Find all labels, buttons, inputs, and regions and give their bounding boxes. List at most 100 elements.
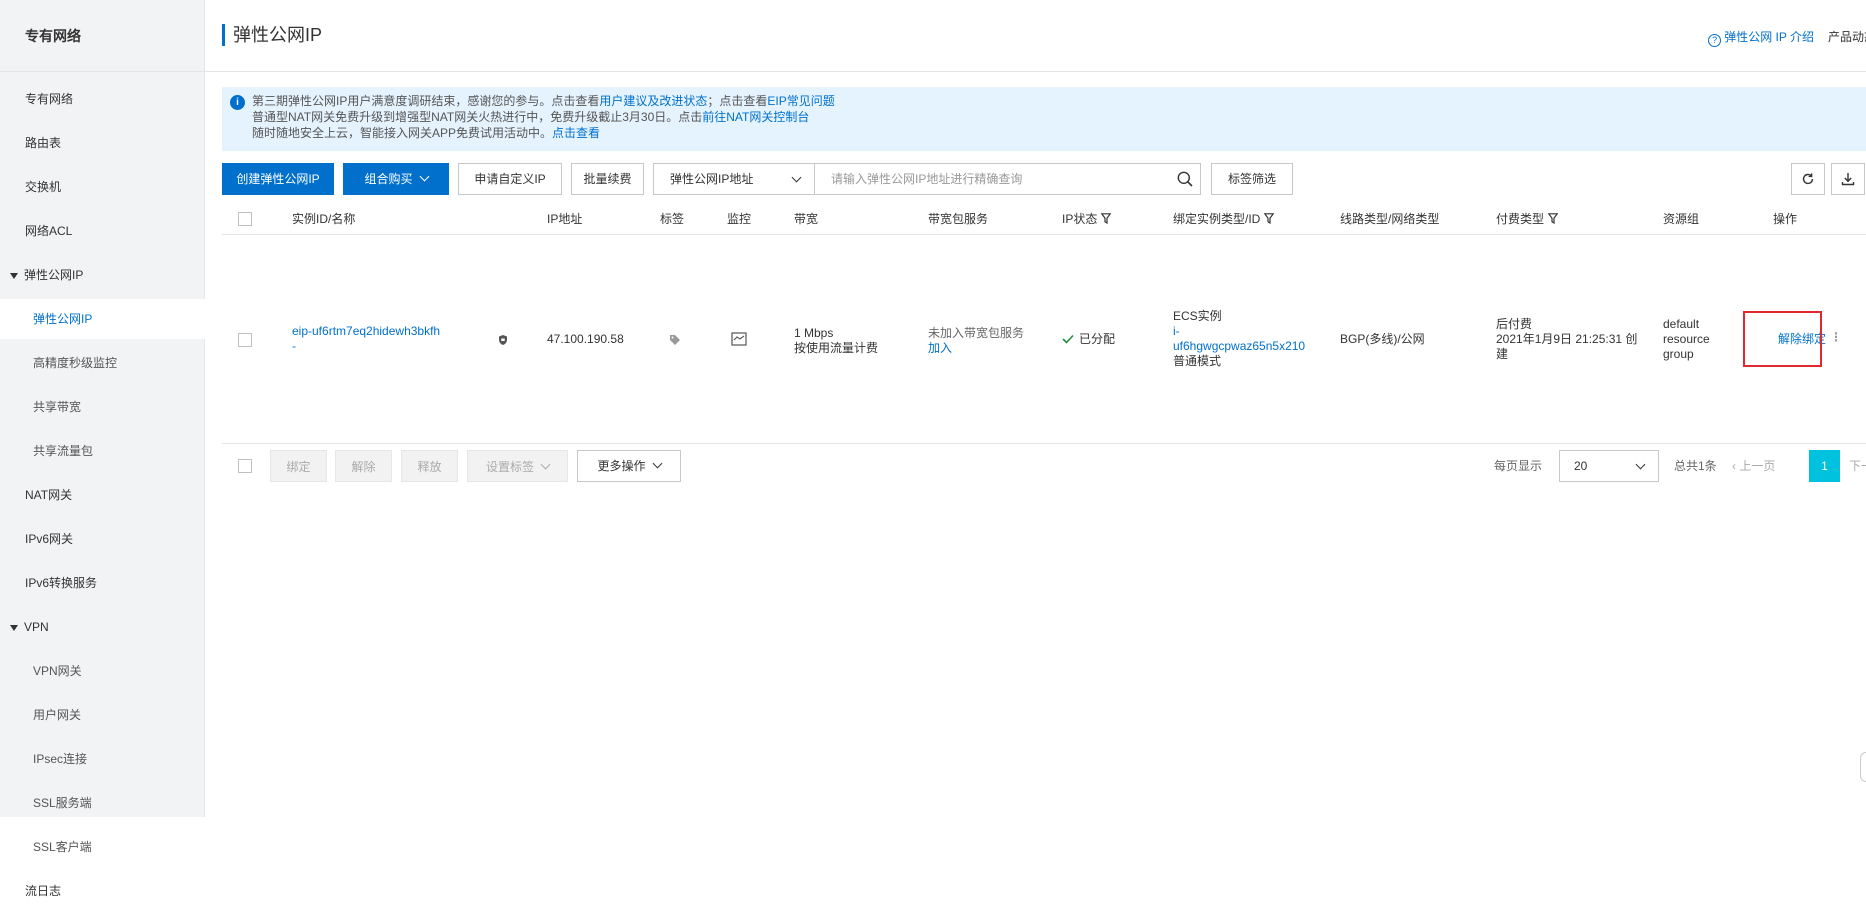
sidebar-group-vpn[interactable]: VPN [0, 607, 205, 647]
sidebar-item-network-acl[interactable]: 网络ACL [0, 211, 205, 251]
sidebar-item-label: SSL服务端 [33, 796, 92, 810]
instance-id-link[interactable]: eip-uf6rtm7eq2hidewh3bkfh [292, 324, 440, 339]
footer-select-all-checkbox[interactable] [238, 459, 252, 473]
col-binding[interactable]: 绑定实例类型/ID [1173, 203, 1275, 235]
total-count: 总共1条 [1674, 459, 1717, 473]
sidebar-item-label: SSL客户端 [33, 840, 92, 854]
prev-page-label: 上一页 [1739, 459, 1776, 473]
eip-faq-link[interactable]: EIP常见问题 [767, 94, 834, 108]
search-type-label: 弹性公网IP地址 [670, 172, 754, 186]
sidebar-item-vpn-gateway[interactable]: VPN网关 [0, 651, 205, 691]
product-news-link[interactable]: 产品动态 [1828, 30, 1866, 44]
sidebar-item-label: IPsec连接 [33, 752, 88, 766]
custom-ip-button[interactable]: 申请自定义IP [458, 163, 562, 195]
sidebar-item-ipv6-gateway[interactable]: IPv6网关 [0, 519, 205, 559]
sidebar-item-vpc[interactable]: 专有网络 [0, 79, 205, 119]
page-number-active[interactable]: 1 [1809, 450, 1840, 482]
bind-button[interactable]: 绑定 [270, 450, 327, 482]
feedback-status-link[interactable]: 用户建议及改进状态 [599, 94, 707, 108]
sidebar-title: 专有网络 [0, 0, 204, 72]
sidebar-item-label: 共享流量包 [33, 444, 94, 458]
filter-icon[interactable] [1101, 213, 1112, 224]
col-status[interactable]: IP状态 [1062, 203, 1112, 235]
instance-type: ECS实例 [1173, 309, 1222, 323]
download-button[interactable] [1831, 163, 1865, 195]
more-actions-icon[interactable]: ⋮ [1830, 330, 1842, 345]
create-eip-button[interactable]: 创建弹性公网IP [222, 163, 334, 195]
chevron-down-icon [652, 458, 662, 469]
sidebar-item-label: VPN [24, 620, 49, 634]
notice-text: 普通型NAT网关免费升级到增强型NAT网关火热进行中，免费升级截止3月30日。点… [252, 110, 703, 124]
col-ops: 操作 [1773, 212, 1798, 226]
instance-mode: 普通模式 [1173, 354, 1222, 368]
scrollbar-thumb[interactable] [1860, 752, 1866, 782]
sidebar-item-ipsec[interactable]: IPsec连接 [0, 739, 205, 779]
sidebar-item-label: IPv6转换服务 [25, 576, 98, 590]
combo-purchase-button[interactable]: 组合购买 [343, 163, 449, 195]
pay-cell: 后付费 2021年1月9日 21:25:31 创 建 [1496, 317, 1637, 362]
set-tag-label: 设置标签 [485, 460, 534, 474]
line-type: BGP(多线)/公网 [1340, 332, 1425, 346]
prev-page-button[interactable]: ‹ 上一页 [1732, 450, 1775, 482]
eip-intro-link[interactable]: ? 弹性公网 IP 介绍 [1708, 30, 1814, 47]
sidebar-item-label: 弹性公网IP [33, 312, 93, 326]
ip-status: 已分配 [1062, 332, 1115, 347]
release-button[interactable]: 释放 [401, 450, 458, 482]
col-package: 带宽包服务 [928, 212, 989, 226]
app-trial-link[interactable]: 点击查看 [552, 126, 600, 140]
bandwidth-value: 1 Mbps [794, 326, 834, 340]
sidebar-item-shared-bandwidth[interactable]: 共享带宽 [0, 387, 205, 427]
combo-purchase-label: 组合购买 [364, 172, 413, 186]
sidebar-item-ipv6-translation[interactable]: IPv6转换服务 [0, 563, 205, 603]
sidebar-item-flow-log[interactable]: 流日志 [0, 871, 205, 911]
pay-type: 后付费 [1496, 317, 1533, 331]
info-icon: i [230, 95, 245, 110]
notice-line-3: 随时随地安全上云，智能接入网关APP免费试用活动中。点击查看 [252, 125, 1866, 141]
next-page-button[interactable]: 下一页 [1849, 450, 1866, 482]
ip-address: 47.100.190.58 [547, 332, 624, 346]
sidebar-item-eip[interactable]: 弹性公网IP [0, 299, 205, 339]
sidebar-item-ssl-client[interactable]: SSL客户端 [0, 827, 205, 867]
search-input[interactable] [815, 163, 1201, 195]
sidebar-item-vswitch[interactable]: 交换机 [0, 167, 205, 207]
batch-renew-button[interactable]: 批量续费 [571, 163, 644, 195]
sidebar-group-eip[interactable]: 弹性公网IP [0, 255, 205, 295]
set-tag-button[interactable]: 设置标签 [467, 450, 568, 482]
more-operations-button[interactable]: 更多操作 [577, 450, 681, 482]
sidebar-item-route-table[interactable]: 路由表 [0, 123, 205, 163]
monitor-chart-icon[interactable] [731, 332, 747, 346]
search-icon[interactable] [1177, 171, 1193, 187]
billing-method: 按使用流量计费 [794, 341, 879, 355]
main-content: 弹性公网IP ?弹性公网 IP 介绍产品动态 i 第三期弹性公网IP用户满意度调… [205, 0, 1866, 817]
sidebar-item-nat-gateway[interactable]: NAT网关 [0, 475, 205, 515]
sidebar-item-ssl-server[interactable]: SSL服务端 [0, 783, 205, 823]
nat-console-link[interactable]: 前往NAT网关控制台 [702, 110, 809, 124]
package-cell: 未加入带宽包服务 加入 [928, 326, 1024, 356]
row-checkbox[interactable] [238, 333, 252, 347]
bound-instance-id-prefix[interactable]: i- [1173, 324, 1305, 339]
tag-icon[interactable] [669, 334, 681, 346]
search-type-select[interactable]: 弹性公网IP地址 [653, 163, 815, 195]
eip-intro-text: 弹性公网 IP 介绍 [1724, 30, 1814, 44]
sidebar-item-hi-res-monitor[interactable]: 高精度秒级监控 [0, 343, 205, 383]
join-package-link[interactable]: 加入 [928, 341, 1024, 356]
release-bind-button[interactable]: 解除 [335, 450, 392, 482]
instance-name[interactable]: - [292, 339, 440, 354]
filter-icon[interactable] [1548, 213, 1559, 224]
sidebar-item-label: 路由表 [25, 136, 62, 150]
sidebar-item-customer-gateway[interactable]: 用户网关 [0, 695, 205, 735]
ip-status-text: 已分配 [1079, 332, 1116, 346]
tag-filter-button[interactable]: 标签筛选 [1211, 163, 1293, 195]
sidebar-item-shared-traffic[interactable]: 共享流量包 [0, 431, 205, 471]
col-pay[interactable]: 付费类型 [1496, 203, 1559, 235]
per-page-select[interactable]: 20 [1559, 450, 1659, 482]
per-page-value: 20 [1574, 459, 1588, 473]
table-row: eip-uf6rtm7eq2hidewh3bkfh - 47.100.190.5… [222, 236, 1866, 444]
select-all-checkbox[interactable] [238, 212, 252, 226]
download-icon [1841, 173, 1855, 186]
shield-icon[interactable] [497, 334, 509, 346]
refresh-button[interactable] [1791, 163, 1825, 195]
sidebar-item-label: 共享带宽 [33, 400, 82, 414]
filter-icon[interactable] [1264, 213, 1275, 224]
bound-instance-id[interactable]: uf6hgwgcpwaz65n5x210 [1173, 339, 1305, 354]
